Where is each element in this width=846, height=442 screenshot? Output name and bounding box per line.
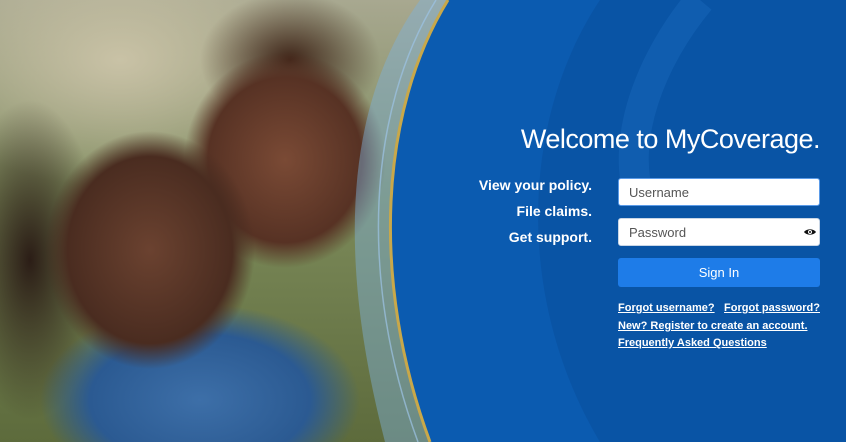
forgot-password-link[interactable]: Forgot password?	[724, 302, 820, 314]
welcome-heading: Welcome to MyCoverage.	[520, 124, 821, 154]
tagline-file-claims: File claims.	[516, 203, 592, 219]
sign-in-button[interactable]: Sign In	[618, 258, 820, 287]
password-input[interactable]	[618, 218, 820, 246]
register-link[interactable]: New? Register to create an account.	[618, 320, 808, 332]
faq-link[interactable]: Frequently Asked Questions	[618, 337, 767, 349]
login-page: Welcome to MyCoverage. View your policy.…	[0, 0, 846, 442]
tagline-get-support: Get support.	[508, 229, 592, 245]
eye-icon[interactable]	[803, 224, 817, 240]
tagline-view-policy: View your policy.	[478, 177, 592, 193]
username-input[interactable]	[618, 178, 820, 206]
forgot-username-link[interactable]: Forgot username?	[618, 302, 715, 314]
